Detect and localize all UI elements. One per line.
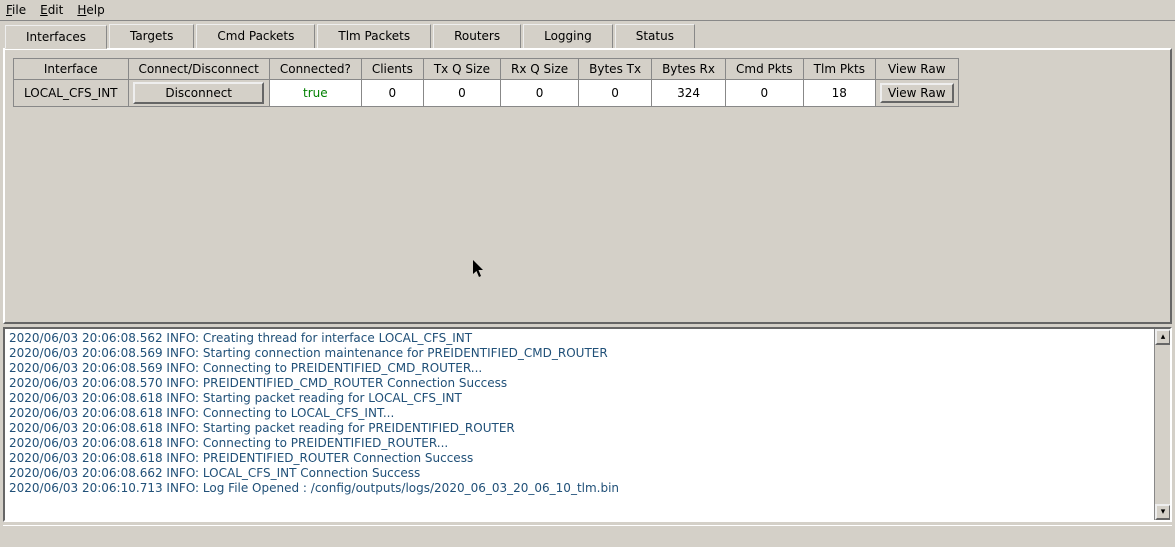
interfaces-panel: Interface Connect/Disconnect Connected? … [3, 48, 1172, 324]
tab-targets[interactable]: Targets [109, 24, 194, 48]
log-line: 2020/06/03 20:06:08.662 INFO: LOCAL_CFS_… [9, 466, 1166, 481]
tab-tlm-packets[interactable]: Tlm Packets [317, 24, 431, 48]
cell-bytestx: 0 [579, 80, 652, 107]
col-clients: Clients [361, 59, 423, 80]
menu-file[interactable]: File [4, 2, 28, 18]
tab-routers[interactable]: Routers [433, 24, 521, 48]
log-line: 2020/06/03 20:06:10.713 INFO: Log File O… [9, 481, 1166, 496]
log-line: 2020/06/03 20:06:08.618 INFO: Starting p… [9, 421, 1166, 436]
log-line: 2020/06/03 20:06:08.618 INFO: Connecting… [9, 436, 1166, 451]
tab-cmd-packets[interactable]: Cmd Packets [196, 24, 315, 48]
menubar: File Edit Help [0, 0, 1175, 21]
cell-cmdpkts: 0 [726, 80, 804, 107]
col-tlmpkts: Tlm Pkts [803, 59, 875, 80]
cell-connected: true [269, 80, 361, 107]
table-row: LOCAL_CFS_INT Disconnect true 0 0 0 0 32… [14, 80, 959, 107]
scroll-up-icon[interactable]: ▴ [1155, 329, 1171, 345]
log-line: 2020/06/03 20:06:08.618 INFO: Starting p… [9, 391, 1166, 406]
col-interface: Interface [14, 59, 129, 80]
col-bytestx: Bytes Tx [579, 59, 652, 80]
tab-logging[interactable]: Logging [523, 24, 613, 48]
cell-tlmpkts: 18 [803, 80, 875, 107]
interfaces-table: Interface Connect/Disconnect Connected? … [13, 58, 959, 107]
view-raw-button[interactable]: View Raw [880, 83, 954, 103]
disconnect-button[interactable]: Disconnect [133, 82, 264, 104]
col-txq: Tx Q Size [423, 59, 500, 80]
scroll-down-icon[interactable]: ▾ [1155, 504, 1171, 520]
col-rxq: Rx Q Size [500, 59, 578, 80]
tab-interfaces[interactable]: Interfaces [5, 25, 107, 49]
log-line: 2020/06/03 20:06:08.618 INFO: Connecting… [9, 406, 1166, 421]
cell-rxq: 0 [500, 80, 578, 107]
cell-interface-name: LOCAL_CFS_INT [14, 80, 129, 107]
menu-help[interactable]: Help [75, 2, 106, 18]
log-line: 2020/06/03 20:06:08.570 INFO: PREIDENTIF… [9, 376, 1166, 391]
log-line: 2020/06/03 20:06:08.618 INFO: PREIDENTIF… [9, 451, 1166, 466]
cell-txq: 0 [423, 80, 500, 107]
cell-bytesrx: 324 [652, 80, 726, 107]
log-scrollbar[interactable]: ▴ ▾ [1154, 329, 1170, 520]
menu-edit[interactable]: Edit [38, 2, 65, 18]
log-line: 2020/06/03 20:06:08.569 INFO: Connecting… [9, 361, 1166, 376]
cell-clients: 0 [361, 80, 423, 107]
col-bytesrx: Bytes Rx [652, 59, 726, 80]
log-panel: 2020/06/03 20:06:08.562 INFO: Creating t… [3, 327, 1172, 522]
tabbar: Interfaces Targets Cmd Packets Tlm Packe… [0, 21, 1175, 48]
col-connected: Connected? [269, 59, 361, 80]
log-line: 2020/06/03 20:06:08.569 INFO: Starting c… [9, 346, 1166, 361]
tab-status[interactable]: Status [615, 24, 695, 48]
log-content: 2020/06/03 20:06:08.562 INFO: Creating t… [5, 329, 1170, 498]
log-line: 2020/06/03 20:06:08.562 INFO: Creating t… [9, 331, 1166, 346]
col-connect: Connect/Disconnect [128, 59, 269, 80]
status-bar [3, 525, 1172, 545]
col-cmdpkts: Cmd Pkts [726, 59, 804, 80]
col-viewraw: View Raw [875, 59, 958, 80]
